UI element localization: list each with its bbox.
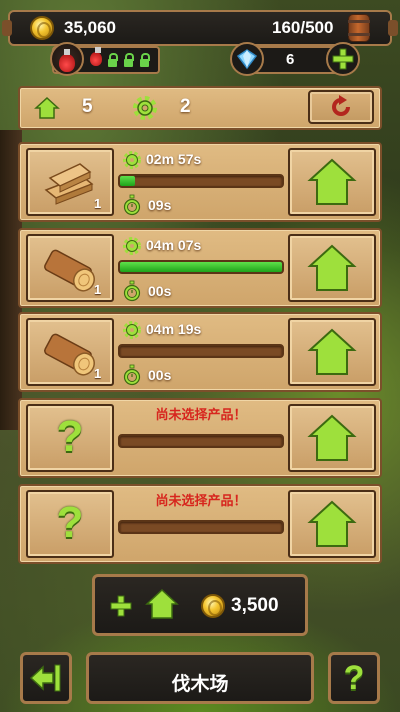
progress-fill — [120, 262, 282, 272]
product-slot[interactable]: 1 — [26, 318, 114, 386]
upgrade-count: 2 — [180, 96, 191, 117]
gem-slot — [230, 42, 264, 76]
house-icon — [34, 96, 60, 119]
house-icon — [145, 588, 179, 619]
refresh-icon — [332, 95, 350, 116]
no-product-message: 尚未选择产品！ — [155, 407, 247, 422]
upgrade-button[interactable] — [288, 490, 376, 558]
potion-icon — [59, 49, 75, 72]
product-slot[interactable]: 1 — [26, 148, 114, 216]
house-icon — [307, 244, 357, 291]
no-product-message: 尚未选择产品！ — [155, 493, 247, 508]
product-slot[interactable]: ? — [26, 490, 114, 558]
refresh-button[interactable] — [308, 90, 374, 124]
progress-bar — [118, 260, 284, 274]
title-bar: 伐木场 — [86, 652, 314, 704]
item-count: 1 — [94, 282, 102, 297]
house-icon — [307, 414, 357, 461]
item-count: 1 — [94, 366, 102, 381]
house-icon — [307, 328, 357, 375]
left-cap — [2, 20, 12, 36]
gear-icon — [123, 321, 141, 339]
gem-count: 6 — [286, 51, 295, 68]
progress-bar — [118, 174, 284, 188]
stopwatch-icon — [123, 364, 141, 386]
question-icon: ? — [56, 412, 84, 461]
buy-price: 3,500 — [231, 595, 279, 616]
product-slot[interactable]: 1 — [26, 234, 114, 302]
item-count: 1 — [94, 196, 102, 211]
back-button[interactable] — [20, 652, 72, 704]
upgrade-button[interactable] — [288, 404, 376, 472]
remaining-time: 09s — [148, 197, 172, 213]
production-time: 04m 19s — [146, 321, 202, 337]
remaining-time: 00s — [148, 283, 172, 299]
help-button[interactable]: ? — [328, 652, 380, 704]
right-cap — [388, 20, 398, 36]
upgrade-button[interactable] — [288, 234, 376, 302]
barrel-icon — [348, 14, 370, 42]
exit-arrow-icon — [29, 664, 61, 692]
question-icon: ? — [343, 659, 365, 697]
plus-icon — [110, 595, 132, 617]
progress-bar — [118, 434, 284, 448]
production-time: 04m 07s — [146, 237, 202, 253]
house-icon — [307, 500, 357, 547]
plus-icon — [332, 48, 354, 70]
stopwatch-icon — [123, 194, 141, 216]
stopwatch-icon — [123, 280, 141, 302]
progress-fill — [120, 176, 135, 186]
gear-icon — [123, 237, 141, 255]
coin-count: 35,060 — [64, 18, 116, 37]
gear-icon — [133, 96, 157, 120]
progress-bar — [118, 520, 284, 534]
add-gems-button[interactable] — [326, 42, 360, 76]
progress-bar — [118, 344, 284, 358]
storage-count: 160/500 — [272, 18, 334, 37]
lock-icon — [108, 53, 118, 67]
worker-count: 5 — [82, 96, 93, 117]
question-icon: ? — [56, 498, 84, 547]
upgrade-button[interactable] — [288, 148, 376, 216]
buy-slot-button[interactable]: 3,500 — [92, 574, 308, 636]
small-potion-icon — [90, 47, 102, 66]
lock-icon — [140, 53, 150, 67]
page-title: 伐木场 — [171, 674, 229, 695]
house-icon — [307, 158, 357, 205]
gem-icon — [236, 49, 258, 70]
production-time: 02m 57s — [146, 151, 202, 167]
lock-icon — [124, 53, 134, 67]
potion-portrait[interactable] — [50, 42, 84, 76]
coin-icon — [201, 594, 225, 618]
coin-icon — [30, 16, 54, 40]
gear-icon — [123, 151, 141, 169]
upgrade-button[interactable] — [288, 318, 376, 386]
remaining-time: 00s — [148, 367, 172, 383]
product-slot[interactable]: ? — [26, 404, 114, 472]
